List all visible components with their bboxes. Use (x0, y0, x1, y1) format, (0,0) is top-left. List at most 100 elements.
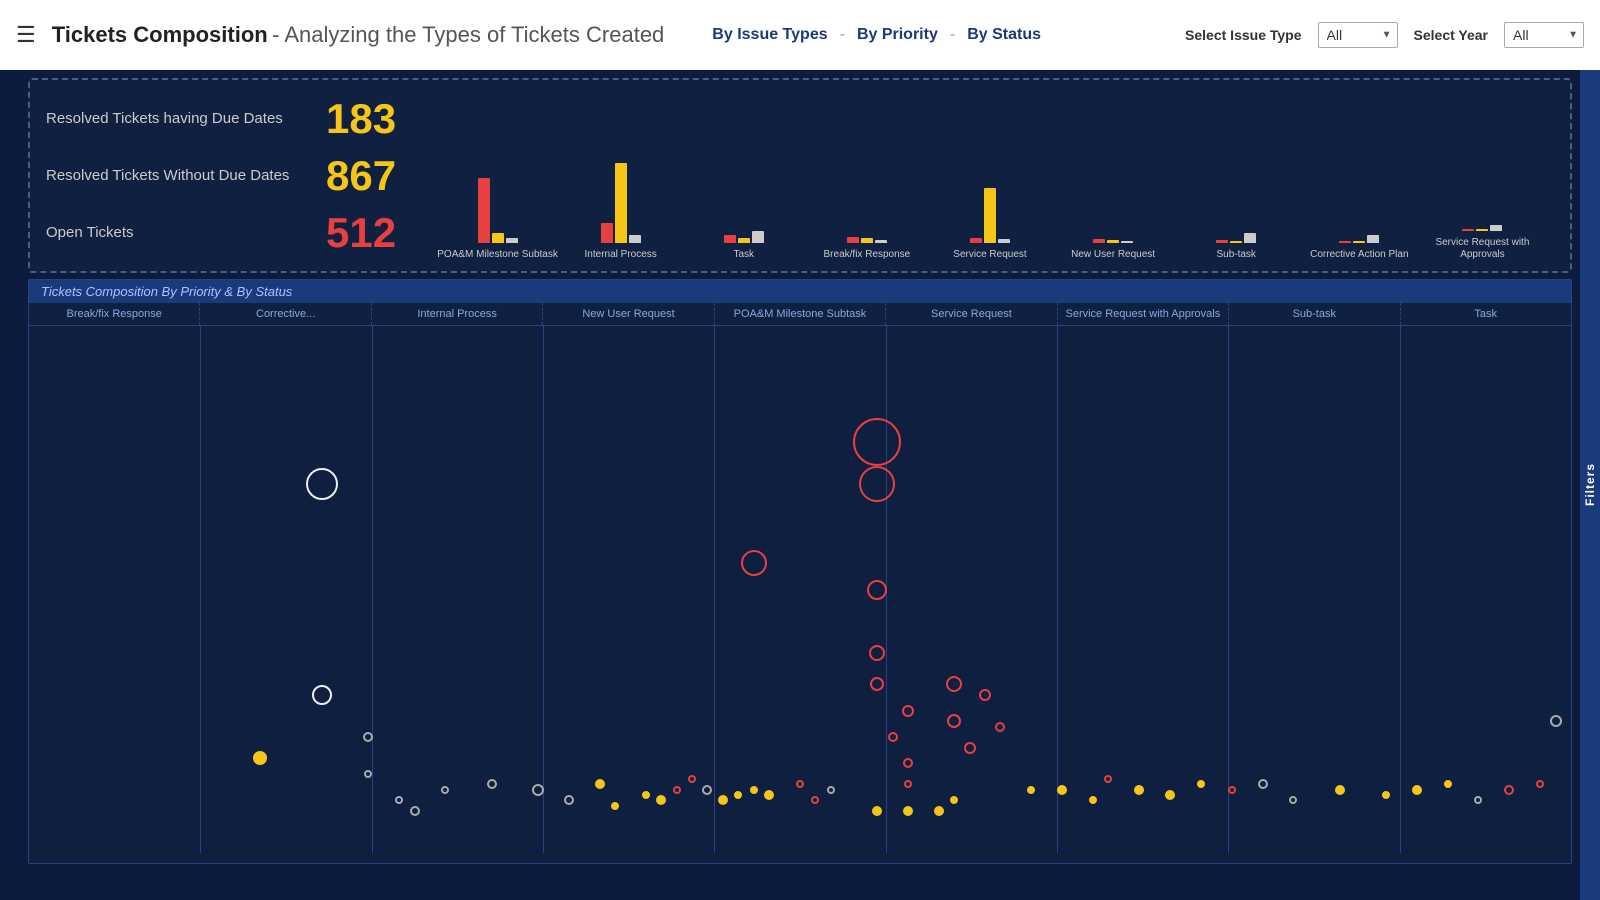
scatter-title: Tickets Composition By Priority & By Sta… (29, 280, 1571, 303)
bar-chart-area: POA&M Milestone SubtaskInternal ProcessT… (426, 90, 1554, 261)
scatter-bubble (702, 785, 712, 795)
white-bar (875, 240, 887, 243)
white-bar (1244, 233, 1256, 243)
scatter-bubble (1197, 780, 1205, 788)
scatter-bubble (410, 806, 420, 816)
scatter-bubble (595, 779, 605, 789)
bars-container (724, 231, 764, 243)
bar-group: New User Request (1052, 239, 1175, 261)
year-select[interactable]: All (1504, 22, 1584, 48)
white-bar (1121, 241, 1133, 243)
bar-group: Sub-task (1175, 233, 1298, 261)
scatter-bubble (1165, 790, 1175, 800)
issue-type-select[interactable]: All (1318, 22, 1398, 48)
scatter-column-headers: Break/fix ResponseCorrective...Internal … (29, 303, 1571, 326)
scatter-bubble (1228, 786, 1236, 794)
scatter-bubble (741, 550, 767, 576)
white-bar (752, 231, 764, 243)
red-bar (601, 223, 613, 243)
scatter-bubble (1089, 796, 1097, 804)
stat3-value: 512 (326, 209, 406, 257)
scatter-bubble (888, 732, 898, 742)
scatter-bubble (750, 786, 758, 794)
scatter-bubble (903, 806, 913, 816)
tab-by-priority[interactable]: By Priority (849, 24, 946, 46)
scatter-bubble (946, 676, 962, 692)
scatter-bubble (1550, 715, 1562, 727)
scatter-bubble (611, 802, 619, 810)
scatter-bubble (827, 786, 835, 794)
scatter-bubble (950, 796, 958, 804)
scatter-bubble (306, 468, 338, 500)
scatter-bubble (811, 796, 819, 804)
stat1-value: 183 (326, 95, 406, 143)
scatter-bubble (312, 685, 332, 705)
red-bar (1216, 240, 1228, 243)
scatter-bubble (1335, 785, 1345, 795)
stat2-label: Resolved Tickets Without Due Dates (46, 167, 306, 184)
scatter-bubble (395, 796, 403, 804)
stat1-label: Resolved Tickets having Due Dates (46, 110, 306, 127)
year-select-wrapper: All (1504, 22, 1584, 48)
scatter-plot (29, 326, 1571, 853)
bar-group-label: Corrective Action Plan (1310, 249, 1408, 261)
summary-stats: Resolved Tickets having Due Dates 183 Re… (46, 90, 426, 261)
sep1: - (840, 26, 845, 44)
tab-by-status[interactable]: By Status (959, 24, 1049, 46)
bar-group-label: Service Request with Approvals (1421, 237, 1544, 261)
bar-group-label: Internal Process (585, 249, 657, 261)
scatter-bubble (487, 779, 497, 789)
bar-group: Corrective Action Plan (1298, 235, 1421, 261)
hamburger-icon[interactable]: ☰ (16, 22, 36, 48)
bar-group-label: Break/fix Response (824, 249, 911, 261)
scatter-bubble (1444, 780, 1452, 788)
scatter-bubble (964, 742, 976, 754)
scatter-bubble (903, 758, 913, 768)
issue-type-select-wrapper: All (1318, 22, 1398, 48)
yellow-bar (615, 163, 627, 243)
white-bar (998, 239, 1010, 243)
scatter-bubble (1382, 791, 1390, 799)
bars-container (1093, 239, 1133, 243)
scatter-bubble (869, 645, 885, 661)
yellow-bar (738, 238, 750, 243)
yellow-bar (1107, 240, 1119, 243)
filters-side-tab[interactable]: Filters (1580, 70, 1600, 900)
scatter-bubble (867, 580, 887, 600)
scatter-bubble (441, 786, 449, 794)
scatter-col-header: New User Request (543, 303, 714, 325)
scatter-bubble (1412, 785, 1422, 795)
yellow-bar (984, 188, 996, 243)
yellow-bar (492, 233, 504, 243)
scatter-bubble (934, 806, 944, 816)
yellow-bar (1476, 229, 1488, 231)
scatter-bubble (734, 791, 742, 799)
white-bar (1490, 225, 1502, 231)
bar-group: Break/fix Response (805, 237, 928, 261)
scatter-bubble (253, 751, 267, 765)
scatter-bubble (642, 791, 650, 799)
scatter-bubble (764, 790, 774, 800)
header: ☰ Tickets Composition - Analyzing the Ty… (0, 0, 1600, 70)
main-content: Resolved Tickets having Due Dates 183 Re… (0, 70, 1600, 900)
scatter-bubble (688, 775, 696, 783)
yellow-bar (1353, 241, 1365, 243)
scatter-section: Tickets Composition By Priority & By Sta… (28, 279, 1572, 864)
stat2-value: 867 (326, 152, 406, 200)
scatter-bubble (947, 714, 961, 728)
scatter-bubble (1474, 796, 1482, 804)
scatter-bubble (564, 795, 574, 805)
scatter-col-header: Sub-task (1229, 303, 1400, 325)
scatter-bubble (1027, 786, 1035, 794)
bar-group-label: New User Request (1071, 249, 1155, 261)
white-bar (506, 238, 518, 243)
scatter-bubble (363, 732, 373, 742)
stat-row-3: Open Tickets 512 (46, 209, 426, 257)
white-bar (1367, 235, 1379, 243)
bars-container (970, 188, 1010, 243)
scatter-bubble (718, 795, 728, 805)
scatter-bubble (364, 770, 372, 778)
tab-by-issue-types[interactable]: By Issue Types (704, 24, 835, 46)
bars-container (1339, 235, 1379, 243)
scatter-bubble (673, 786, 681, 794)
